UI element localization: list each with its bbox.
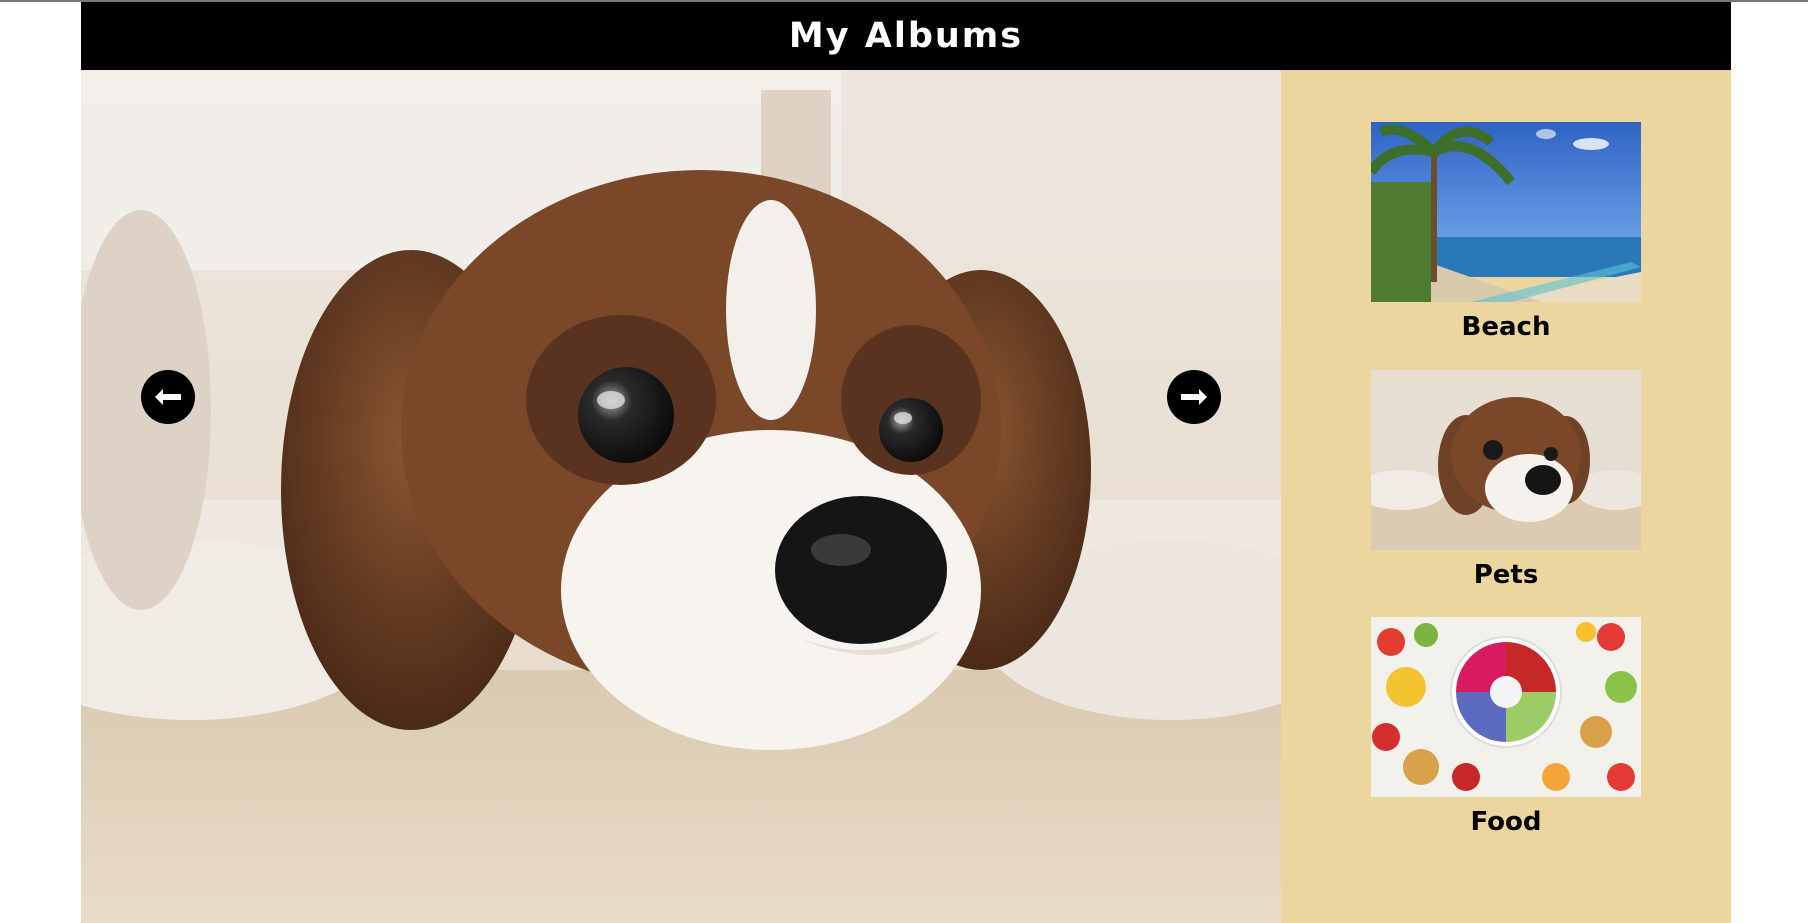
album-label-beach[interactable]: Beach — [1371, 312, 1641, 342]
food-thumbnail[interactable] — [1371, 617, 1641, 797]
arrow-right-icon — [1181, 389, 1207, 405]
page-header: My Albums — [81, 2, 1731, 70]
current-photo-dog — [81, 70, 1281, 923]
beach-thumbnail[interactable] — [1371, 122, 1641, 302]
albums-app: My Albums Beach Pets Food — [81, 2, 1731, 923]
album-pets[interactable]: Pets — [1371, 370, 1641, 590]
album-food[interactable]: Food — [1371, 617, 1641, 837]
album-beach[interactable]: Beach — [1371, 122, 1641, 342]
album-viewer — [81, 70, 1281, 923]
album-label-food[interactable]: Food — [1371, 807, 1641, 837]
album-label-pets[interactable]: Pets — [1371, 560, 1641, 590]
albums-sidebar: Beach Pets Food — [1281, 70, 1731, 923]
previous-image-button[interactable] — [141, 370, 195, 424]
page-title: My Albums — [788, 16, 1024, 56]
next-image-button[interactable] — [1167, 370, 1221, 424]
pets-thumbnail[interactable] — [1371, 370, 1641, 550]
arrow-left-icon — [155, 389, 181, 405]
